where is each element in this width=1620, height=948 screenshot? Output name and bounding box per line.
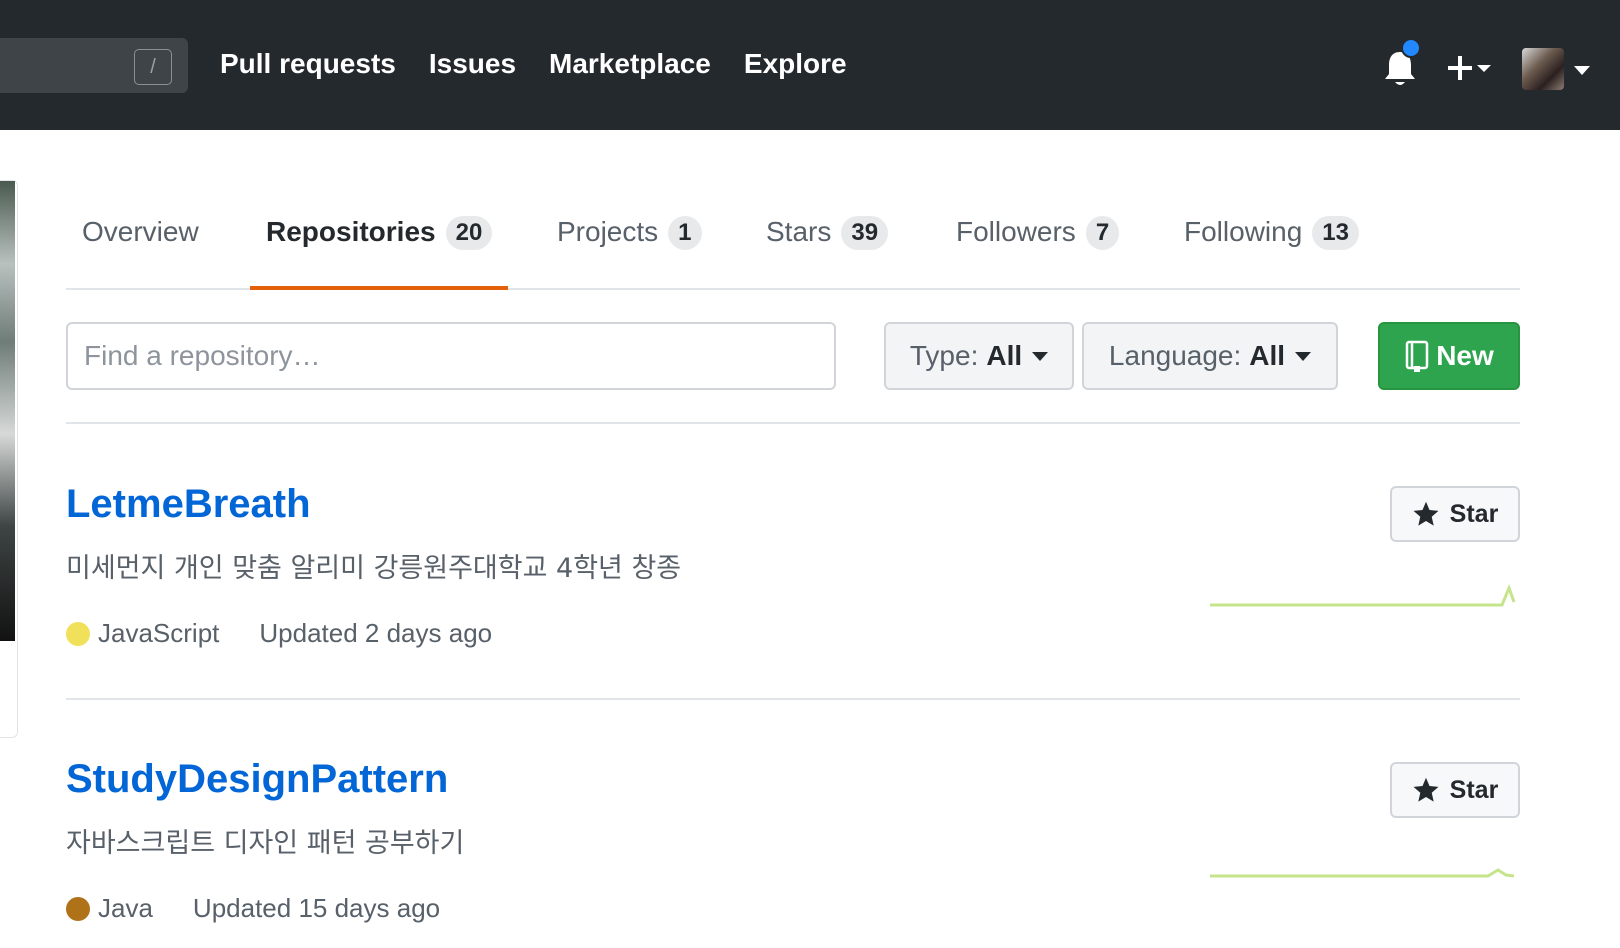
tab-repositories[interactable]: Repositories 20 [250, 186, 509, 290]
tab-overview[interactable]: Overview [82, 186, 199, 290]
repo-description: 미세먼지 개인 맞춤 알리미 강릉원주대학교 4학년 창종 [66, 553, 682, 584]
nav-issues[interactable]: Issues [429, 48, 516, 80]
search-shortcut-key: / [134, 49, 172, 85]
star-button[interactable]: Star [1390, 486, 1520, 542]
new-repository-button[interactable]: New [1378, 322, 1520, 390]
type-filter-value: All [986, 340, 1023, 371]
chevron-down-icon [1295, 351, 1312, 361]
profile-photo [0, 181, 15, 641]
tab-counter: 39 [841, 216, 889, 250]
tab-label: Overview [82, 216, 199, 247]
global-nav: Pull requests Issues Marketplace Explore [220, 48, 847, 80]
repo-meta: JavaScript Updated 2 days ago [66, 618, 492, 649]
tab-counter: 20 [445, 216, 493, 250]
plus-icon[interactable] [1444, 50, 1494, 86]
profile-card [0, 180, 18, 738]
star-button[interactable]: Star [1390, 762, 1520, 818]
find-repository-input[interactable] [66, 322, 836, 390]
profile-tabs: Overview Repositories 20 Projects 1 Star… [66, 186, 1520, 290]
language-filter-value: All [1249, 340, 1286, 371]
activity-sparkline [1210, 583, 1516, 607]
chevron-down-icon [1032, 351, 1049, 361]
repo-icon [1405, 340, 1429, 372]
tab-following[interactable]: Following 13 [1184, 186, 1359, 290]
new-button-label: New [1436, 340, 1494, 371]
type-filter-key: Type: [909, 340, 979, 371]
divider [66, 422, 1520, 424]
language-color-dot [66, 621, 90, 646]
user-menu[interactable] [1522, 48, 1592, 90]
tab-label: Repositories [266, 216, 436, 247]
repo-language: JavaScript [98, 618, 220, 648]
avatar [1522, 48, 1564, 90]
tab-followers[interactable]: Followers 7 [956, 186, 1120, 290]
repo-name-link[interactable]: LetmeBreath [66, 482, 311, 527]
star-label: Star [1449, 775, 1499, 804]
tab-stars[interactable]: Stars 39 [766, 186, 889, 290]
nav-explore[interactable]: Explore [744, 48, 847, 80]
tab-counter: 13 [1312, 216, 1359, 250]
top-navigation-bar: / Pull requests Issues Marketplace Explo… [0, 0, 1620, 130]
chevron-down-icon [1574, 66, 1590, 75]
language-color-dot [66, 896, 90, 921]
star-icon [1413, 501, 1439, 526]
nav-marketplace[interactable]: Marketplace [549, 48, 711, 80]
language-filter-key: Language: [1108, 340, 1242, 371]
star-label: Star [1449, 499, 1499, 528]
tab-label: Stars [766, 216, 832, 247]
activity-sparkline [1210, 868, 1515, 878]
tab-label: Followers [956, 216, 1076, 247]
repo-meta: Java Updated 15 days ago [66, 893, 440, 924]
notification-indicator [1401, 38, 1421, 58]
tab-counter: 1 [668, 216, 702, 250]
type-filter-dropdown[interactable]: Type: All [884, 322, 1074, 390]
tab-counter: 7 [1085, 216, 1120, 250]
search-input[interactable]: / [0, 38, 188, 93]
repo-description: 자바스크립트 디자인 패턴 공부하기 [66, 828, 465, 859]
repo-name-link[interactable]: StudyDesignPattern [66, 757, 448, 802]
repo-language: Java [98, 893, 153, 923]
language-filter-dropdown[interactable]: Language: All [1082, 322, 1338, 390]
repo-updated: Updated 15 days ago [192, 893, 441, 923]
tab-projects[interactable]: Projects 1 [557, 186, 702, 290]
nav-pull-requests[interactable]: Pull requests [220, 48, 396, 80]
tab-label: Projects [557, 216, 659, 247]
repo-updated: Updated 2 days ago [259, 618, 493, 648]
tab-label: Following [1184, 216, 1303, 247]
divider [66, 698, 1520, 700]
star-icon [1413, 777, 1439, 802]
